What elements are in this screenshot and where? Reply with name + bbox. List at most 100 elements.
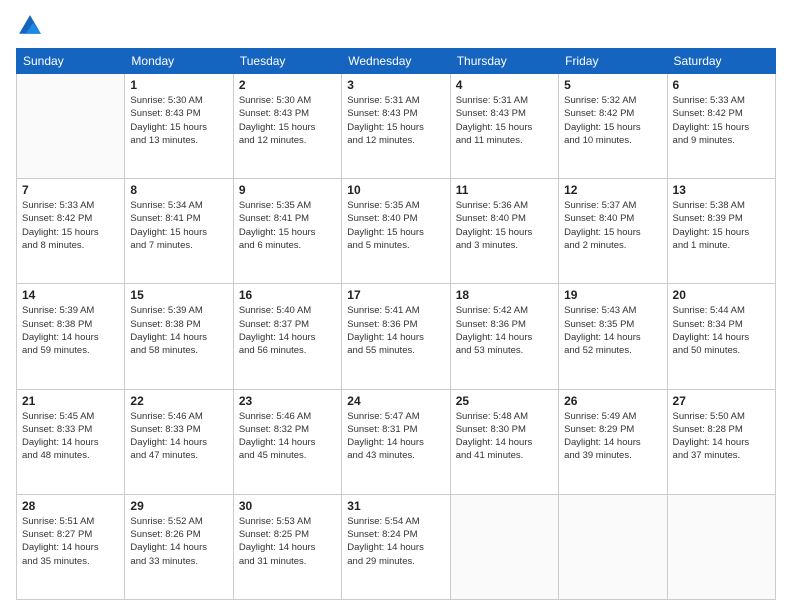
day-number: 1 [130, 78, 227, 92]
day-info: Sunrise: 5:38 AM Sunset: 8:39 PM Dayligh… [673, 199, 770, 252]
calendar-cell: 9 Sunrise: 5:35 AM Sunset: 8:41 PM Daylig… [233, 179, 341, 284]
day-number: 5 [564, 78, 661, 92]
calendar-cell: 29Sunrise: 5:52 AM Sunset: 8:26 PM Dayli… [125, 494, 233, 599]
calendar-cell [559, 494, 667, 599]
day-info: Sunrise: 5:30 AM Sunset: 8:43 PM Dayligh… [239, 94, 336, 147]
day-info: Sunrise: 5:40 AM Sunset: 8:37 PM Dayligh… [239, 304, 336, 357]
day-info: Sunrise: 5:49 AM Sunset: 8:29 PM Dayligh… [564, 410, 661, 463]
weekday-header: Tuesday [233, 49, 341, 74]
calendar-cell: 30Sunrise: 5:53 AM Sunset: 8:25 PM Dayli… [233, 494, 341, 599]
calendar-cell: 20 Sunrise: 5:44 AM Sunset: 8:34 PM Dayli… [667, 284, 775, 389]
calendar-cell [450, 494, 558, 599]
calendar-cell: 21 Sunrise: 5:45 AM Sunset: 8:33 PM Dayli… [17, 389, 125, 494]
day-number: 29 [130, 499, 227, 513]
day-number: 9 [239, 183, 336, 197]
day-number: 23 [239, 394, 336, 408]
day-info: Sunrise: 5:45 AM Sunset: 8:33 PM Dayligh… [22, 410, 119, 463]
day-number: 15 [130, 288, 227, 302]
weekday-header: Monday [125, 49, 233, 74]
day-info: Sunrise: 5:34 AM Sunset: 8:41 PM Dayligh… [130, 199, 227, 252]
day-info: Sunrise: 5:46 AM Sunset: 8:32 PM Dayligh… [239, 410, 336, 463]
calendar-week-row: 14 Sunrise: 5:39 AM Sunset: 8:38 PM Dayli… [17, 284, 776, 389]
calendar-cell [17, 74, 125, 179]
calendar: SundayMondayTuesdayWednesdayThursdayFrid… [16, 48, 776, 600]
day-number: 14 [22, 288, 119, 302]
weekday-header: Saturday [667, 49, 775, 74]
day-number: 8 [130, 183, 227, 197]
calendar-cell: 31 Sunrise: 5:54 AM Sunset: 8:24 PM Dayli… [342, 494, 450, 599]
day-number: 20 [673, 288, 770, 302]
day-info: Sunrise: 5:39 AM Sunset: 8:38 PM Dayligh… [22, 304, 119, 357]
day-info: Sunrise: 5:46 AM Sunset: 8:33 PM Dayligh… [130, 410, 227, 463]
day-number: 25 [456, 394, 553, 408]
calendar-cell: 8 Sunrise: 5:34 AM Sunset: 8:41 PM Daylig… [125, 179, 233, 284]
day-info: Sunrise: 5:35 AM Sunset: 8:40 PM Dayligh… [347, 199, 444, 252]
day-number: 10 [347, 183, 444, 197]
day-number: 17 [347, 288, 444, 302]
calendar-cell: 13 Sunrise: 5:38 AM Sunset: 8:39 PM Dayli… [667, 179, 775, 284]
day-number: 2 [239, 78, 336, 92]
weekday-header: Wednesday [342, 49, 450, 74]
day-number: 6 [673, 78, 770, 92]
calendar-cell: 24 Sunrise: 5:47 AM Sunset: 8:31 PM Dayli… [342, 389, 450, 494]
calendar-cell: 15 Sunrise: 5:39 AM Sunset: 8:38 PM Dayli… [125, 284, 233, 389]
day-number: 12 [564, 183, 661, 197]
day-number: 13 [673, 183, 770, 197]
day-info: Sunrise: 5:43 AM Sunset: 8:35 PM Dayligh… [564, 304, 661, 357]
calendar-cell: 26 Sunrise: 5:49 AM Sunset: 8:29 PM Dayli… [559, 389, 667, 494]
day-number: 16 [239, 288, 336, 302]
day-number: 18 [456, 288, 553, 302]
calendar-cell: 6 Sunrise: 5:33 AM Sunset: 8:42 PM Daylig… [667, 74, 775, 179]
day-info: Sunrise: 5:44 AM Sunset: 8:34 PM Dayligh… [673, 304, 770, 357]
day-info: Sunrise: 5:54 AM Sunset: 8:24 PM Dayligh… [347, 515, 444, 568]
day-info: Sunrise: 5:37 AM Sunset: 8:40 PM Dayligh… [564, 199, 661, 252]
calendar-cell: 14 Sunrise: 5:39 AM Sunset: 8:38 PM Dayli… [17, 284, 125, 389]
calendar-cell: 17Sunrise: 5:41 AM Sunset: 8:36 PM Dayli… [342, 284, 450, 389]
weekday-header: Thursday [450, 49, 558, 74]
day-info: Sunrise: 5:32 AM Sunset: 8:42 PM Dayligh… [564, 94, 661, 147]
day-number: 26 [564, 394, 661, 408]
logo [16, 12, 48, 40]
day-number: 27 [673, 394, 770, 408]
calendar-cell: 22 Sunrise: 5:46 AM Sunset: 8:33 PM Dayli… [125, 389, 233, 494]
day-number: 21 [22, 394, 119, 408]
day-info: Sunrise: 5:31 AM Sunset: 8:43 PM Dayligh… [347, 94, 444, 147]
day-info: Sunrise: 5:39 AM Sunset: 8:38 PM Dayligh… [130, 304, 227, 357]
calendar-cell: 27 Sunrise: 5:50 AM Sunset: 8:28 PM Dayli… [667, 389, 775, 494]
calendar-cell: 1 Sunrise: 5:30 AM Sunset: 8:43 PM Daylig… [125, 74, 233, 179]
calendar-cell [667, 494, 775, 599]
calendar-cell: 3Sunrise: 5:31 AM Sunset: 8:43 PM Daylig… [342, 74, 450, 179]
calendar-week-row: 21 Sunrise: 5:45 AM Sunset: 8:33 PM Dayli… [17, 389, 776, 494]
calendar-cell: 16 Sunrise: 5:40 AM Sunset: 8:37 PM Dayli… [233, 284, 341, 389]
calendar-cell: 11Sunrise: 5:36 AM Sunset: 8:40 PM Dayli… [450, 179, 558, 284]
day-number: 4 [456, 78, 553, 92]
calendar-cell: 2 Sunrise: 5:30 AM Sunset: 8:43 PM Daylig… [233, 74, 341, 179]
day-info: Sunrise: 5:42 AM Sunset: 8:36 PM Dayligh… [456, 304, 553, 357]
day-info: Sunrise: 5:31 AM Sunset: 8:43 PM Dayligh… [456, 94, 553, 147]
calendar-cell: 18 Sunrise: 5:42 AM Sunset: 8:36 PM Dayli… [450, 284, 558, 389]
weekday-header: Sunday [17, 49, 125, 74]
calendar-cell: 19 Sunrise: 5:43 AM Sunset: 8:35 PM Dayli… [559, 284, 667, 389]
weekday-header-row: SundayMondayTuesdayWednesdayThursdayFrid… [17, 49, 776, 74]
day-number: 22 [130, 394, 227, 408]
day-info: Sunrise: 5:36 AM Sunset: 8:40 PM Dayligh… [456, 199, 553, 252]
calendar-cell: 10 Sunrise: 5:35 AM Sunset: 8:40 PM Dayli… [342, 179, 450, 284]
day-info: Sunrise: 5:48 AM Sunset: 8:30 PM Dayligh… [456, 410, 553, 463]
day-number: 19 [564, 288, 661, 302]
day-info: Sunrise: 5:50 AM Sunset: 8:28 PM Dayligh… [673, 410, 770, 463]
weekday-header: Friday [559, 49, 667, 74]
calendar-cell: 7Sunrise: 5:33 AM Sunset: 8:42 PM Daylig… [17, 179, 125, 284]
day-info: Sunrise: 5:30 AM Sunset: 8:43 PM Dayligh… [130, 94, 227, 147]
calendar-cell: 5 Sunrise: 5:32 AM Sunset: 8:42 PM Daylig… [559, 74, 667, 179]
day-info: Sunrise: 5:47 AM Sunset: 8:31 PM Dayligh… [347, 410, 444, 463]
day-info: Sunrise: 5:51 AM Sunset: 8:27 PM Dayligh… [22, 515, 119, 568]
calendar-week-row: 1 Sunrise: 5:30 AM Sunset: 8:43 PM Daylig… [17, 74, 776, 179]
calendar-cell: 12 Sunrise: 5:37 AM Sunset: 8:40 PM Dayli… [559, 179, 667, 284]
day-number: 31 [347, 499, 444, 513]
calendar-week-row: 7Sunrise: 5:33 AM Sunset: 8:42 PM Daylig… [17, 179, 776, 284]
day-info: Sunrise: 5:35 AM Sunset: 8:41 PM Dayligh… [239, 199, 336, 252]
logo-icon [16, 12, 44, 40]
calendar-cell: 23 Sunrise: 5:46 AM Sunset: 8:32 PM Dayli… [233, 389, 341, 494]
day-number: 24 [347, 394, 444, 408]
day-info: Sunrise: 5:33 AM Sunset: 8:42 PM Dayligh… [673, 94, 770, 147]
